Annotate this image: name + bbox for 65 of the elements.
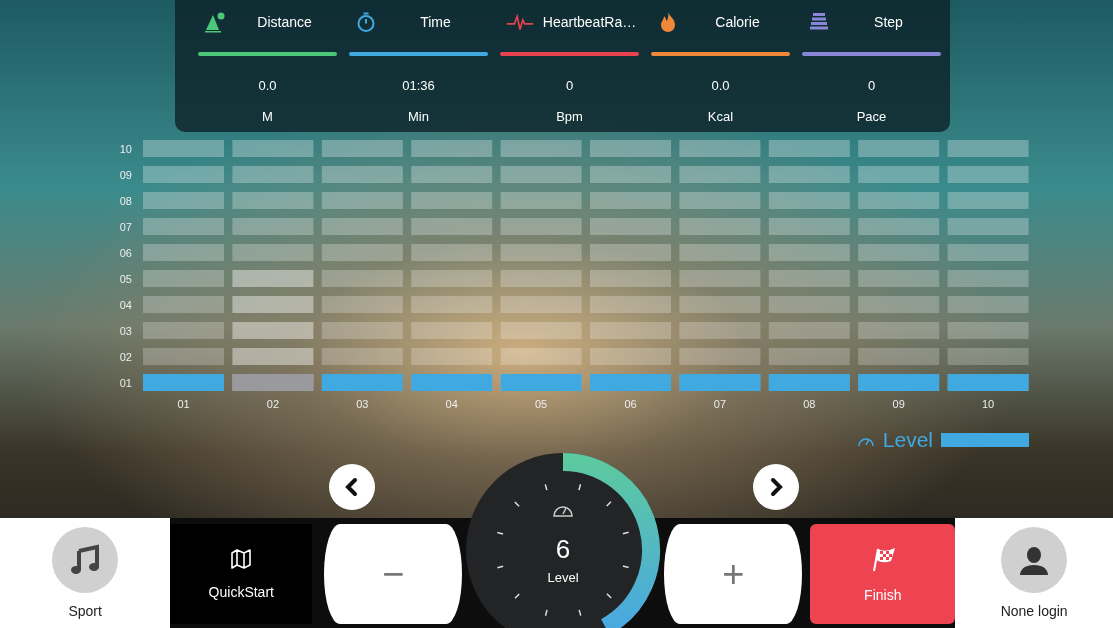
sport-tile[interactable]: Sport	[0, 518, 171, 628]
stat-unit: Kcal	[706, 109, 735, 124]
stat-unit: Bpm	[555, 109, 584, 124]
segment-label: 09	[892, 398, 905, 410]
decrease-button[interactable]: −	[324, 524, 463, 624]
segment-label: 02	[266, 398, 279, 410]
level-column[interactable]	[232, 140, 314, 391]
quickstart-button[interactable]: QuickStart	[170, 524, 313, 624]
chevron-right-icon	[768, 477, 784, 497]
stack-icon	[808, 11, 830, 33]
level-value: 6	[554, 534, 572, 565]
legend-label: Level	[882, 428, 933, 452]
stat-value: 0	[866, 78, 877, 93]
row-label: 04	[119, 299, 132, 311]
stat-label: Calorie	[714, 14, 761, 30]
user-tile[interactable]: None login	[955, 518, 1113, 628]
stat-value: 0.0	[257, 78, 278, 93]
segment-label: 04	[445, 398, 458, 410]
stat-unit: Pace	[855, 109, 888, 124]
level-column[interactable]	[590, 140, 671, 391]
segment-label: 08	[803, 398, 816, 410]
row-label: 06	[119, 247, 132, 259]
mountain-icon	[204, 11, 226, 33]
heartbeat-icon	[506, 11, 534, 33]
level-column[interactable]	[679, 140, 761, 391]
segment-label: 06	[624, 398, 637, 410]
segment-label: 10	[981, 398, 995, 410]
stat-unit: M	[261, 109, 274, 124]
level-column[interactable]	[321, 140, 403, 391]
row-label: 02	[119, 351, 132, 363]
row-label: 01	[119, 377, 132, 389]
row-label: 05	[119, 273, 132, 285]
finish-button[interactable]: Finish	[810, 524, 956, 624]
stat-value: 0.0	[710, 78, 731, 93]
stat-label: Distance	[256, 14, 313, 30]
segment-label: 01	[177, 398, 190, 410]
level-column[interactable]	[143, 140, 224, 391]
level-column[interactable]	[500, 140, 582, 391]
level-column[interactable]	[947, 140, 1029, 391]
chevron-left-icon	[344, 477, 360, 497]
level-label: Level	[546, 570, 580, 585]
stat-label: Step	[873, 14, 904, 30]
row-label: 08	[119, 195, 132, 207]
stat-value: 01:36	[401, 78, 436, 93]
row-label: 09	[119, 169, 132, 181]
segment-label: 03	[356, 398, 369, 410]
row-label: 07	[119, 221, 132, 233]
level-column[interactable]	[768, 140, 850, 391]
sport-label: Sport	[68, 603, 102, 619]
level-column[interactable]	[858, 140, 940, 391]
stopwatch-icon	[355, 11, 377, 33]
next-button[interactable]	[753, 464, 799, 510]
row-label: 03	[119, 325, 132, 337]
row-label: 10	[119, 143, 132, 155]
previous-button[interactable]	[329, 464, 375, 510]
user-label: None login	[1000, 603, 1068, 619]
stat-label: Time	[419, 14, 452, 30]
increase-button[interactable]: +	[664, 524, 803, 624]
stat-value: 0	[564, 78, 575, 93]
level-column[interactable]	[411, 140, 493, 391]
stat-unit: Min	[407, 109, 430, 124]
segment-label: 07	[713, 398, 727, 410]
map-icon	[230, 548, 253, 570]
stat-label: HeartbeatRa…	[541, 14, 638, 30]
segment-label: 05	[534, 398, 548, 410]
